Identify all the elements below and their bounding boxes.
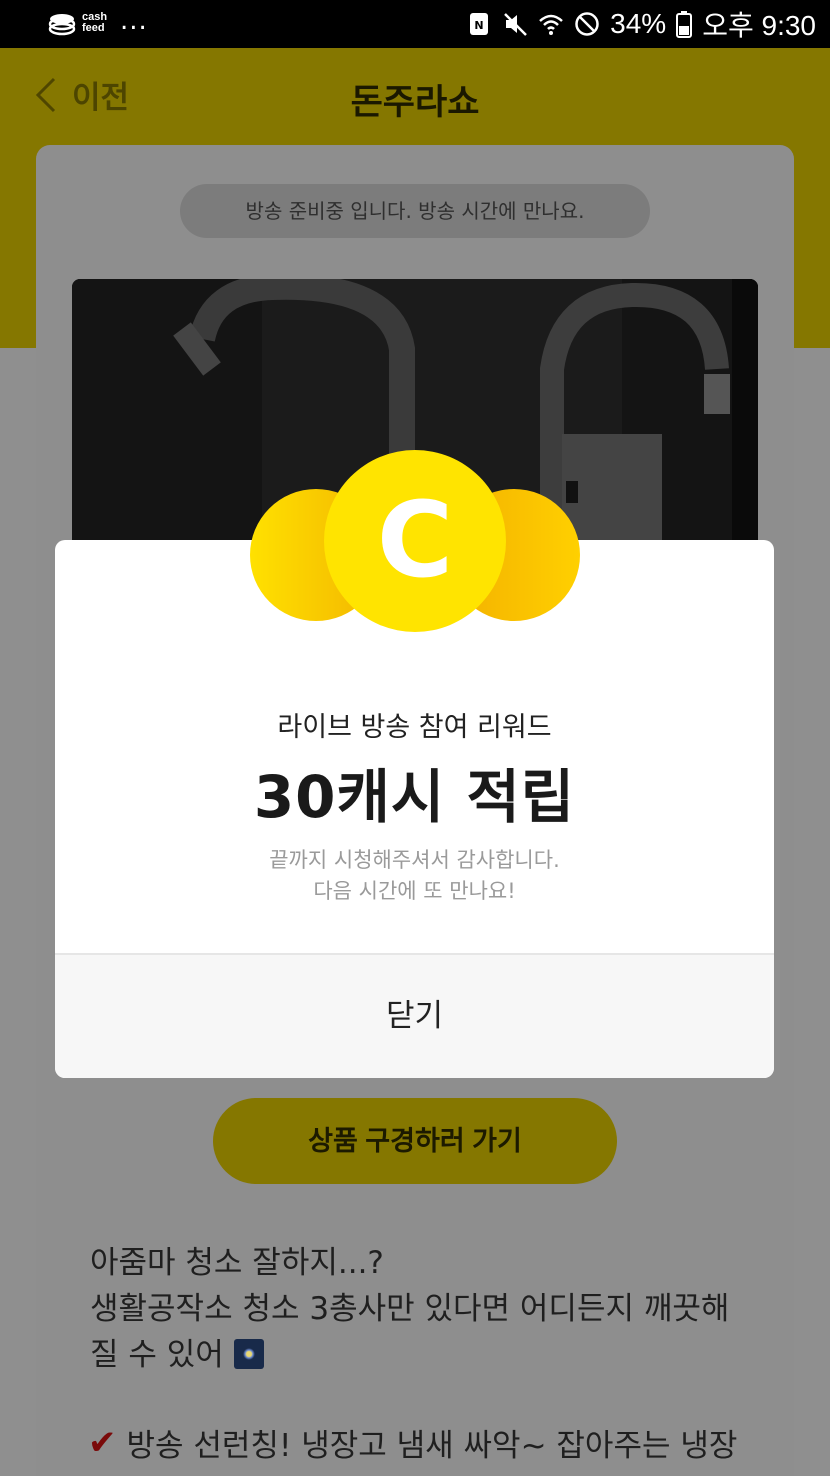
reward-message: 끝까지 시청해주셔서 감사합니다. 다음 시간에 또 만나요! bbox=[269, 848, 560, 903]
description-bullet: ✔ 방송 선런칭! 냉장고 냄새 싸악~ 잡아주는 냉장 bbox=[88, 1422, 738, 1465]
cashfeed-logo-icon bbox=[48, 14, 76, 36]
nfc-icon: N bbox=[470, 13, 489, 35]
more-notifications-indicator: ... bbox=[120, 6, 148, 36]
reward-amount: 30캐시 적립 bbox=[253, 763, 576, 831]
battery-icon bbox=[676, 11, 693, 38]
wifi-icon bbox=[539, 14, 563, 35]
broadcast-status-badge: 방송 준비중 입니다. 방송 시간에 만나요. bbox=[180, 184, 650, 238]
description-line: 아줌마 청소 잘하지...? bbox=[90, 1245, 384, 1281]
mute-icon bbox=[504, 13, 528, 36]
cashfeed-notification-label: cash feed bbox=[82, 11, 108, 34]
status-bar: cash feed ... N 34% 오후 9:30 bbox=[0, 0, 830, 48]
page-title: 돈주라쇼 bbox=[350, 83, 480, 123]
svg-text:N: N bbox=[475, 19, 484, 32]
cash-coin-icon: C bbox=[250, 450, 580, 632]
description-line: 질 수 있어 bbox=[90, 1332, 770, 1378]
clock: 오후 9:30 bbox=[702, 10, 816, 41]
close-button[interactable]: 닫기 bbox=[55, 955, 774, 1078]
fireworks-emoji-icon bbox=[233, 1339, 264, 1369]
reward-dialog-subtitle: 라이브 방송 참여 리워드 bbox=[277, 712, 552, 743]
broadcast-description: 아줌마 청소 잘하지...? 생활공작소 청소 3총사만 있다면 어디든지 깨끗… bbox=[90, 1240, 770, 1378]
battery-percent: 34% bbox=[610, 8, 667, 39]
coin-letter: C bbox=[377, 479, 453, 601]
do-not-disturb-icon bbox=[575, 12, 599, 36]
browse-products-button[interactable]: 상품 구경하러 가기 bbox=[213, 1098, 617, 1184]
description-line: 생활공작소 청소 3총사만 있다면 어디든지 깨끗해 bbox=[90, 1291, 730, 1327]
check-mark-icon: ✔ bbox=[88, 1422, 117, 1463]
